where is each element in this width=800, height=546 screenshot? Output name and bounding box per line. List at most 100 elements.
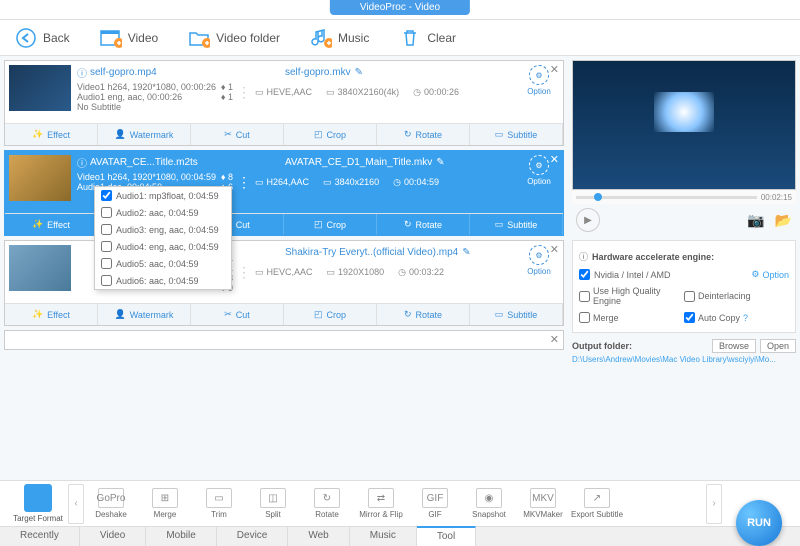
- folder-icon: [188, 27, 210, 49]
- video-row[interactable]: ✕ ⓘself-gopro.mp4 Video1 h264, 1920*1080…: [4, 60, 564, 146]
- add-folder-button[interactable]: Video folder: [188, 27, 280, 49]
- resolution-badge: ▭ 3840x2160: [323, 177, 379, 188]
- subtitle-button[interactable]: ▭Subtitle: [470, 124, 563, 145]
- rotate-button[interactable]: ↻Rotate: [377, 304, 470, 325]
- play-button[interactable]: ▶: [576, 208, 600, 232]
- rotate-button[interactable]: ↻Rotate: [377, 124, 470, 145]
- edit-icon[interactable]: ✎: [355, 67, 363, 78]
- tool-gif[interactable]: GIFGIF: [408, 488, 462, 519]
- browse-button[interactable]: Browse: [712, 339, 756, 353]
- tool-merge[interactable]: ⊞Merge: [138, 488, 192, 519]
- output-label: Output folder:: [572, 341, 632, 351]
- tab-mobile[interactable]: Mobile: [146, 527, 216, 546]
- scroll-right-button[interactable]: ›: [706, 484, 722, 524]
- hq-checkbox[interactable]: [579, 291, 590, 302]
- target-format-button[interactable]: Target Format: [8, 484, 68, 523]
- order-btn[interactable]: ♦ 1: [221, 92, 233, 102]
- tool-export-subtitle[interactable]: ↗Export Subtitle: [570, 488, 624, 519]
- merge-checkbox[interactable]: [579, 312, 590, 323]
- cut-button[interactable]: ✂Cut: [191, 124, 284, 145]
- video-row[interactable]: ✕ ♦ 1 ♦ 1 ♦ 3 ♦ 9 ⋮ Shakira-Try Everyt..…: [4, 240, 564, 326]
- cut-button[interactable]: ✂Cut: [191, 304, 284, 325]
- video-icon: [100, 27, 122, 49]
- thumbnail: [9, 155, 71, 201]
- tool-rotate[interactable]: ↻Rotate: [300, 488, 354, 519]
- effect-button[interactable]: ✨Effect: [5, 124, 98, 145]
- add-video-button[interactable]: Video: [100, 27, 158, 49]
- tab-music[interactable]: Music: [350, 527, 417, 546]
- checkbox[interactable]: [101, 275, 112, 286]
- checkbox[interactable]: [101, 224, 112, 235]
- filename: ⓘself-gopro.mp4: [77, 65, 237, 80]
- thumbnail: [9, 65, 71, 111]
- open-button[interactable]: Open: [760, 339, 796, 353]
- checkbox[interactable]: [101, 241, 112, 252]
- scroll-left-button[interactable]: ‹: [68, 484, 84, 524]
- edit-icon[interactable]: ✎: [462, 247, 470, 258]
- close-icon[interactable]: ✕: [550, 333, 559, 346]
- audio-option[interactable]: Audio5: aac, 0:04:59: [95, 255, 231, 272]
- preview-player[interactable]: [572, 60, 796, 190]
- audio-option[interactable]: Audio3: eng, aac, 0:04:59: [95, 221, 231, 238]
- tool-trim[interactable]: ▭Trim: [192, 488, 246, 519]
- edit-icon[interactable]: ✎: [436, 157, 444, 168]
- hw-title: Hardware accelerate engine:: [592, 252, 714, 262]
- effect-button[interactable]: ✨Effect: [5, 214, 98, 235]
- codec-badge: ▭ H264,AAC: [255, 177, 309, 188]
- order-btn[interactable]: ♦ 1: [221, 82, 233, 92]
- add-music-button[interactable]: Music: [310, 27, 369, 49]
- folder-open-icon[interactable]: 📂: [775, 212, 792, 229]
- autocopy-checkbox[interactable]: [684, 312, 695, 323]
- close-icon[interactable]: ✕: [550, 63, 559, 76]
- back-button[interactable]: Back: [15, 27, 70, 49]
- checkbox[interactable]: [101, 207, 112, 218]
- order-btn[interactable]: ♦ 8: [221, 172, 233, 182]
- tab-web[interactable]: Web: [288, 527, 349, 546]
- checkbox[interactable]: [101, 190, 112, 201]
- effect-button[interactable]: ✨Effect: [5, 304, 98, 325]
- crop-button[interactable]: ◰Crop: [284, 124, 377, 145]
- camera-icon[interactable]: 📷: [747, 212, 764, 229]
- crop-button[interactable]: ◰Crop: [284, 304, 377, 325]
- watermark-button[interactable]: 👤Watermark: [98, 304, 191, 325]
- hw-option-button[interactable]: ⚙ Option: [751, 269, 789, 280]
- duration-badge: ◷ 00:04:59: [393, 177, 439, 188]
- subtitle-button[interactable]: ▭Subtitle: [470, 214, 563, 235]
- tab-device[interactable]: Device: [217, 527, 289, 546]
- gpu-checkbox[interactable]: [579, 269, 590, 280]
- crop-button[interactable]: ◰Crop: [284, 214, 377, 235]
- tab-video[interactable]: Video: [80, 527, 146, 546]
- audio-option[interactable]: Audio1: mp3float, 0:04:59: [95, 187, 231, 204]
- tool-split[interactable]: ◫Split: [246, 488, 300, 519]
- subtitle-button[interactable]: ▭Subtitle: [470, 304, 563, 325]
- seek-handle[interactable]: [594, 193, 602, 201]
- tool-deshake[interactable]: GoProDeshake: [84, 488, 138, 519]
- watermark-button[interactable]: 👤Watermark: [98, 124, 191, 145]
- video-row[interactable]: ✕: [4, 330, 564, 350]
- resolution-badge: ▭ 1920X1080: [327, 267, 385, 278]
- audio-option[interactable]: Audio6: aac, 0:04:59: [95, 272, 231, 289]
- audio-option[interactable]: Audio4: eng, aac, 0:04:59: [95, 238, 231, 255]
- close-icon[interactable]: ✕: [550, 243, 559, 256]
- seekbar[interactable]: 00:02:15: [572, 190, 796, 204]
- video-row[interactable]: ✕ ⓘAVATAR_CE...Title.m2ts Video1 h264, 1…: [4, 150, 564, 236]
- rotate-button[interactable]: ↻Rotate: [377, 214, 470, 235]
- run-button[interactable]: RUN: [736, 500, 782, 546]
- tool-snapshot[interactable]: ◉Snapshot: [462, 488, 516, 519]
- close-icon[interactable]: ✕: [550, 153, 559, 166]
- output-path[interactable]: D:\Users\Andrew\Movies\Mac Video Library…: [572, 355, 796, 364]
- tab-recently[interactable]: Recently: [0, 527, 80, 546]
- help-icon[interactable]: ?: [743, 313, 748, 323]
- back-label: Back: [43, 31, 70, 45]
- folder-label: Video folder: [216, 31, 280, 45]
- audio-option[interactable]: Audio2: aac, 0:04:59: [95, 204, 231, 221]
- tab-tool[interactable]: Tool: [417, 526, 476, 546]
- deint-checkbox[interactable]: [684, 291, 695, 302]
- checkbox[interactable]: [101, 258, 112, 269]
- right-panel: 00:02:15 ▶ 📷 📂 ⓘHardware accelerate engi…: [568, 56, 800, 480]
- tool-mirror[interactable]: ⇄Mirror & Flip: [354, 488, 408, 519]
- bottom-toolbar: Target Format ‹ GoProDeshake ⊞Merge ▭Tri…: [0, 480, 800, 526]
- duration-badge: ◷ 00:00:26: [413, 87, 459, 98]
- tool-mkvmaker[interactable]: MKVMKVMaker: [516, 488, 570, 519]
- clear-button[interactable]: Clear: [399, 27, 456, 49]
